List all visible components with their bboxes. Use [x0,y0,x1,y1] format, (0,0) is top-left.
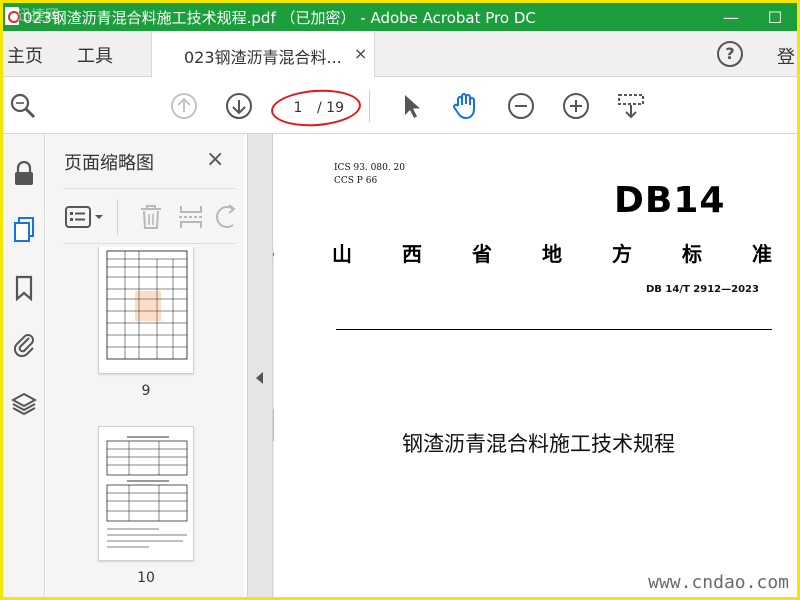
lock-icon[interactable] [3,156,45,192]
maximize-button[interactable]: ☐ [753,3,797,31]
thumbnail-table-preview [106,436,188,548]
document-tab-label: 023钢渣沥青混合料... [184,48,342,67]
document-page: ICS 93. 080. 20 CCS P 66 DB14 山 西 省 地 方 … [274,134,797,597]
annotation-ellipse [269,86,363,130]
trash-icon[interactable] [137,203,165,231]
watermark-top-left: 迅捷网 [17,8,59,24]
zoom-search-icon[interactable] [9,92,37,120]
province-standard-heading: 山 西 省 地 方 标 准 [332,238,772,267]
sign-in-button[interactable]: 登 [777,43,795,69]
heading-char: 标 [682,242,702,266]
thumbnail-label-10: 10 [137,570,155,586]
ccs-code: CCS P 66 [334,176,378,186]
thumbnail-table-preview [106,250,188,360]
thumbnails-toolbar-divider [117,199,118,235]
zoom-in-icon[interactable] [562,92,590,120]
thumbnails-toolbar [63,188,235,244]
thumbnails-title: 页面缩略图 [64,153,154,174]
page-up-icon[interactable] [170,92,198,120]
header-rule [336,329,772,330]
minimize-button[interactable]: — [709,3,753,31]
menu-tools[interactable]: 工具 [77,42,113,68]
toolbar: 1 / 19 [3,78,797,134]
marquee-zoom-icon[interactable] [617,92,645,120]
document-tab[interactable]: 023钢渣沥青混合料... × [151,31,375,77]
attachment-icon[interactable] [3,326,45,362]
pages-icon[interactable] [3,212,45,248]
rotate-icon[interactable] [215,203,235,231]
hand-tool-icon[interactable] [451,92,479,120]
extract-pages-icon[interactable] [177,203,205,231]
panel-collapse-strip[interactable] [247,134,273,597]
zoom-out-icon[interactable] [507,92,535,120]
window-title: 023钢渣沥青混合料施工技术规程.pdf （已加密） - Adobe Acrob… [23,9,536,27]
heading-char: 准 [752,242,772,266]
page-down-icon[interactable] [225,92,253,120]
menu-row: 主页 工具 023钢渣沥青混合料... × ? 登 [3,31,797,77]
thumbnails-panel: 页面缩略图 × 9 10 [46,134,284,597]
help-icon[interactable]: ? [717,41,743,67]
menu-home[interactable]: 主页 [7,42,43,68]
document-title: 钢渣沥青混合料施工技术规程 [402,432,675,456]
layers-icon[interactable] [3,386,45,422]
watermark-bottom-right: www.cndao.com [648,572,789,593]
close-panel-icon[interactable]: × [206,147,224,172]
heading-char: 山 [332,242,352,266]
page-total: / 19 [317,100,344,116]
heading-char: 方 [612,242,632,266]
heading-char: 西 [402,242,422,266]
ics-code: ICS 93. 080. 20 [334,163,405,173]
heading-char: 省 [472,242,492,266]
bookmark-icon[interactable] [3,270,45,306]
page-number-input[interactable]: 1 [285,98,311,118]
app-window: 023钢渣沥青混合料施工技术规程.pdf （已加密） - Adobe Acrob… [3,3,797,597]
thumbnail-page-10[interactable] [98,426,194,561]
title-bar: 023钢渣沥青混合料施工技术规程.pdf （已加密） - Adobe Acrob… [3,3,797,31]
db-standard-logo: DB14 [614,180,726,221]
heading-char: 地 [542,242,562,266]
standard-number: DB 14/T 2912—2023 [646,284,759,295]
thumbnail-label-9: 9 [141,383,151,399]
classification-codes: ICS 93. 080. 20 CCS P 66 [334,162,405,188]
collapse-arrow-icon[interactable] [256,372,263,384]
toolbar-divider [369,90,370,122]
left-nav-rail [3,134,45,597]
close-tab-icon[interactable]: × [354,44,367,63]
select-cursor-icon[interactable] [397,92,425,120]
thumbnail-page-9[interactable] [98,247,194,374]
thumbnail-options-icon[interactable] [63,203,107,231]
